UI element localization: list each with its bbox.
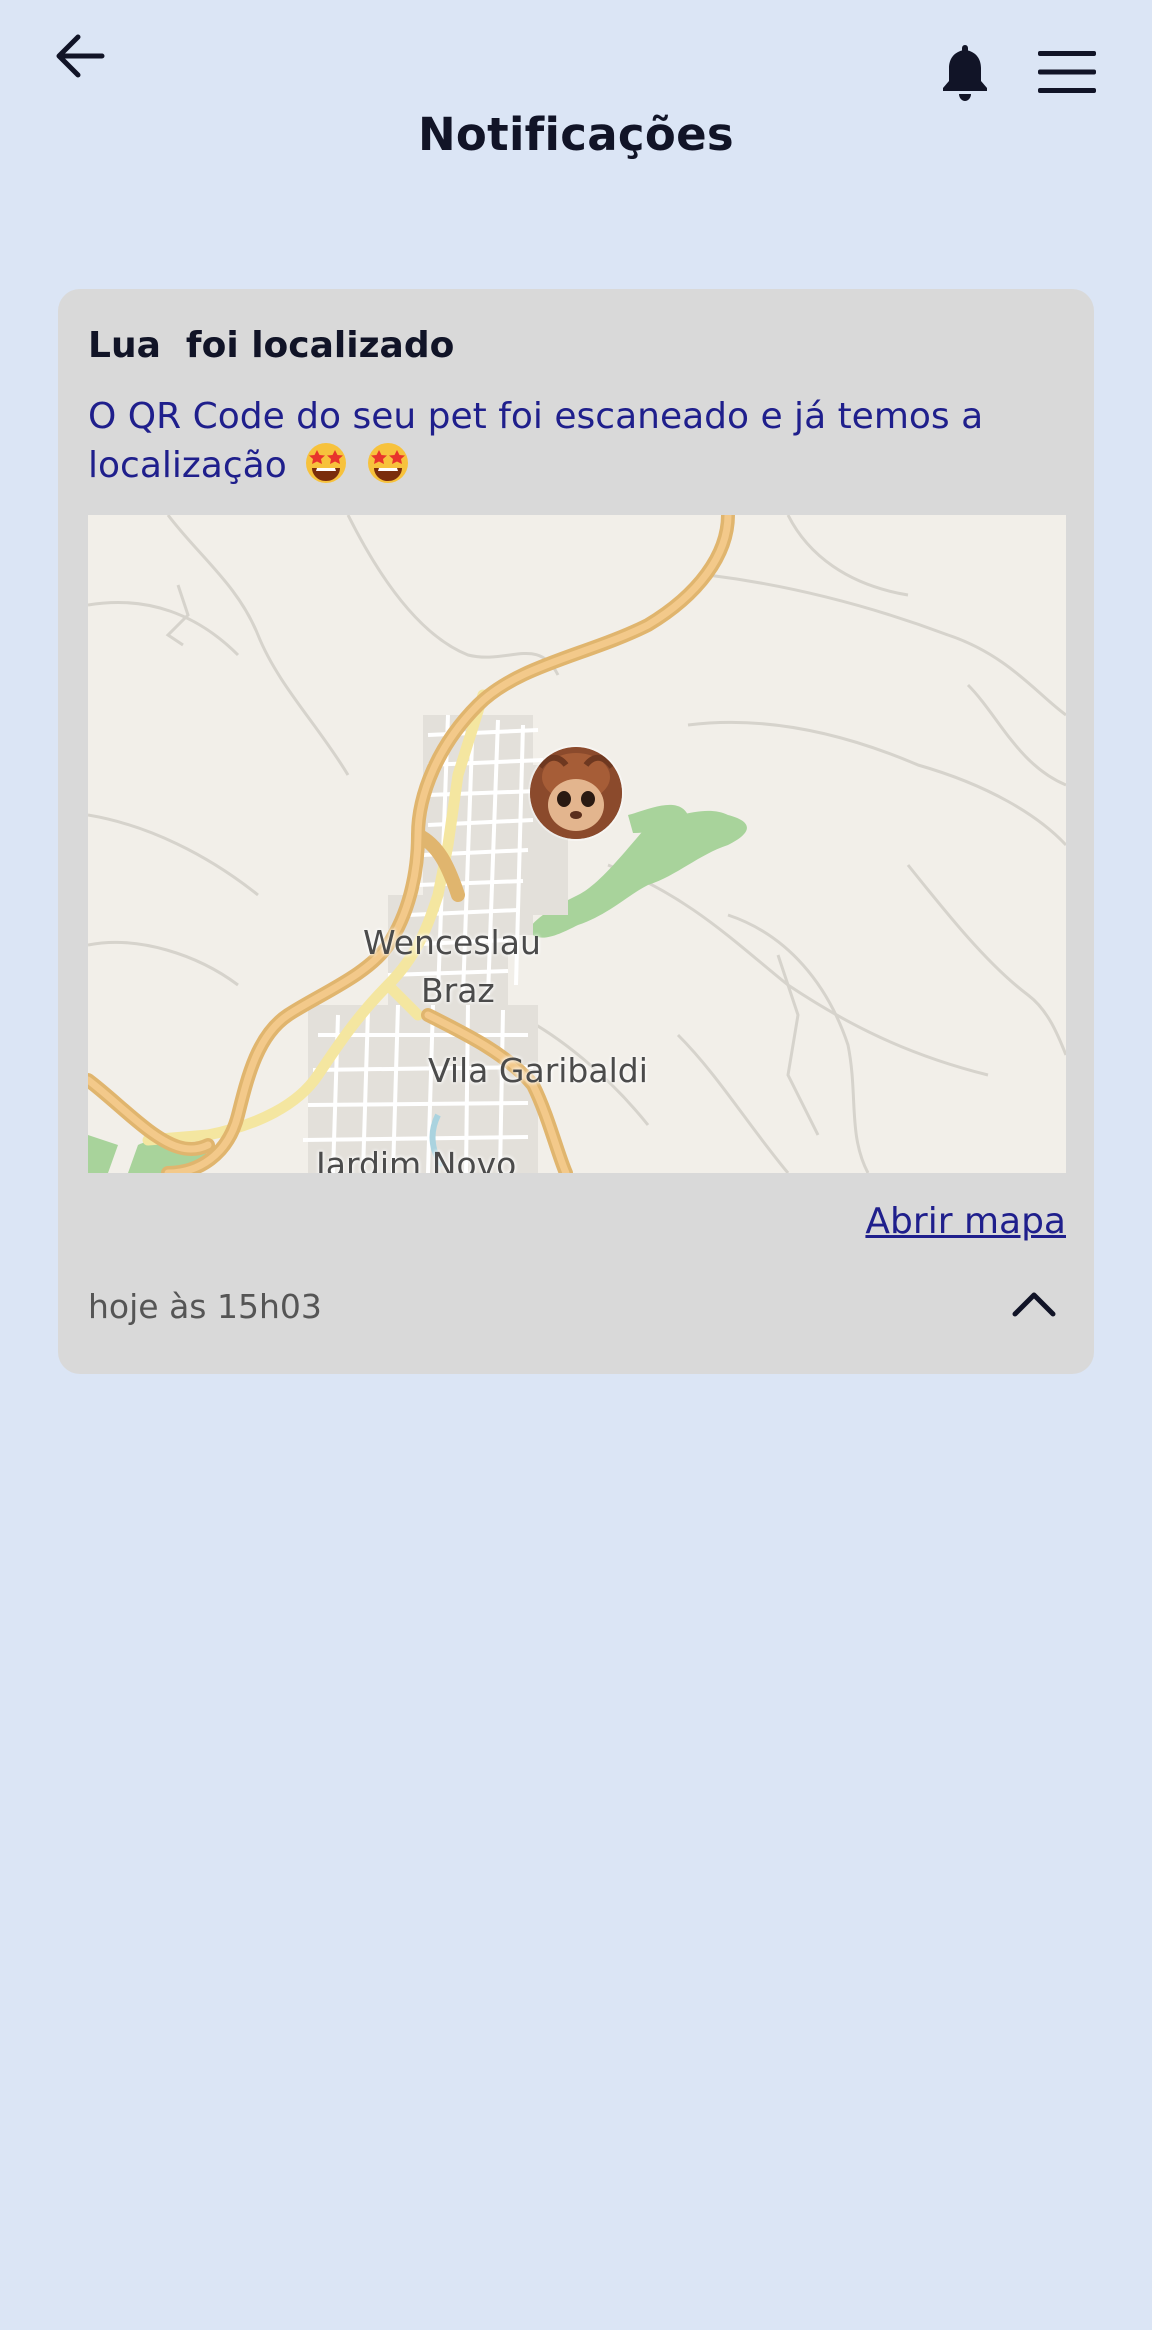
pet-avatar-icon: [530, 747, 622, 839]
hamburger-menu-icon: [1038, 51, 1096, 93]
star-struck-emoji-icon: [367, 443, 408, 483]
chevron-up-icon: [1012, 1292, 1056, 1317]
notifications-button[interactable]: [930, 34, 1000, 110]
map-label-braz: Braz: [421, 971, 495, 1010]
notification-time: hoje às 15h03: [88, 1287, 322, 1326]
collapse-button[interactable]: [1004, 1273, 1064, 1333]
arrow-left-icon: [56, 34, 105, 78]
notification-card: Lua foi localizado O QR Code do seu pet …: [58, 289, 1094, 1374]
pet-location-marker[interactable]: [530, 747, 622, 839]
notification-message-text: O QR Code do seu pet foi escaneado e já …: [88, 396, 984, 486]
map-label-wenceslau: Wenceslau: [363, 923, 541, 962]
map-label-jardim-novo: Jardim Novo: [316, 1145, 517, 1173]
notification-message: O QR Code do seu pet foi escaneado e já …: [88, 393, 1068, 490]
location-map[interactable]: Wenceslau Braz Vila Garibaldi Jardim Nov…: [88, 515, 1066, 1173]
back-button[interactable]: [48, 24, 112, 88]
page-title: Notificações: [417, 108, 735, 161]
bell-icon: [943, 45, 987, 101]
notification-title: Lua foi localizado: [88, 325, 455, 366]
top-bar: Notificações: [0, 0, 1152, 200]
star-struck-emoji-icon: [306, 443, 347, 483]
open-map-link[interactable]: Abrir mapa: [865, 1201, 1066, 1242]
map-label-vila-garibaldi: Vila Garibaldi: [428, 1051, 648, 1090]
menu-button[interactable]: [1032, 40, 1102, 104]
